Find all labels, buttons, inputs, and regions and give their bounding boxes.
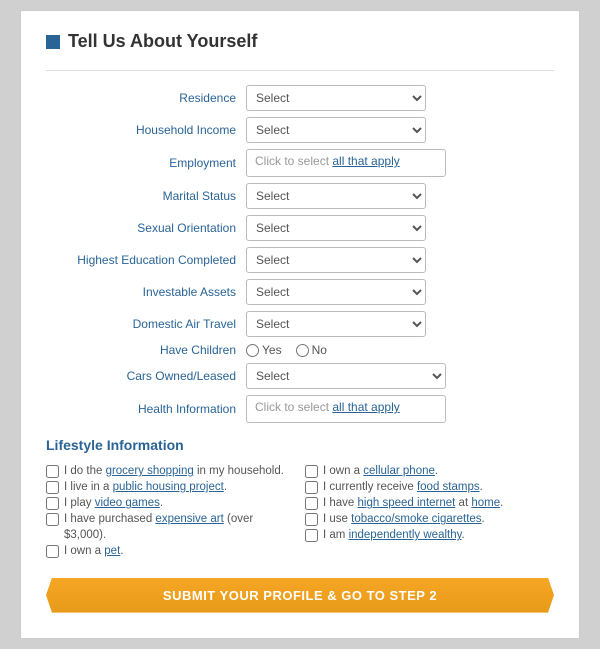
row-residence: Residence Select	[46, 85, 554, 111]
list-item: I own a pet.	[46, 543, 295, 559]
row-have-children: Have Children Yes No	[46, 343, 554, 357]
checkbox-videogames[interactable]	[46, 497, 59, 510]
select-sexual-orientation[interactable]: Select	[246, 215, 426, 241]
select-marital-status[interactable]: Select	[246, 183, 426, 209]
label-cars-owned: Cars Owned/Leased	[46, 369, 246, 383]
submit-button[interactable]: SUBMIT YOUR PROFILE & GO TO STEP 2	[46, 578, 554, 613]
lifestyle-text: I use tobacco/smoke cigarettes.	[323, 511, 485, 527]
list-item: I live in a public housing project.	[46, 479, 295, 495]
lifestyle-text: I have purchased expensive art (over $3,…	[64, 511, 295, 543]
lifestyle-text: I have high speed internet at home.	[323, 495, 503, 511]
checkbox-grocery[interactable]	[46, 465, 59, 478]
lifestyle-title: Lifestyle Information	[46, 437, 554, 453]
list-item: I own a cellular phone.	[305, 463, 554, 479]
checkbox-housing[interactable]	[46, 481, 59, 494]
main-card: Tell Us About Yourself Residence Select …	[20, 10, 580, 639]
label-marital-status: Marital Status	[46, 189, 246, 203]
label-have-children: Have Children	[46, 343, 246, 357]
lifestyle-text: I do the grocery shopping in my househol…	[64, 463, 284, 479]
lifestyle-text: I own a cellular phone.	[323, 463, 438, 479]
label-employment: Employment	[46, 156, 246, 170]
lifestyle-text: I play video games.	[64, 495, 163, 511]
label-health-information: Health Information	[46, 402, 246, 416]
control-health-information: Click to select all that apply	[246, 395, 554, 423]
row-marital-status: Marital Status Select	[46, 183, 554, 209]
row-employment: Employment Click to select all that appl…	[46, 149, 554, 177]
divider	[46, 70, 554, 71]
lifestyle-text: I currently receive food stamps.	[323, 479, 483, 495]
control-domestic-air-travel: Select	[246, 311, 554, 337]
control-household-income: Select	[246, 117, 554, 143]
card-title-text: Tell Us About Yourself	[68, 31, 257, 52]
lifestyle-left: I do the grocery shopping in my househol…	[46, 463, 295, 560]
checkbox-cellular[interactable]	[305, 465, 318, 478]
checkbox-internet[interactable]	[305, 497, 318, 510]
select-residence[interactable]: Select	[246, 85, 426, 111]
row-highest-education: Highest Education Completed Select	[46, 247, 554, 273]
select-cars-owned[interactable]: Select	[246, 363, 446, 389]
control-marital-status: Select	[246, 183, 554, 209]
label-household-income: Household Income	[46, 123, 246, 137]
list-item: I have high speed internet at home.	[305, 495, 554, 511]
label-domestic-air-travel: Domestic Air Travel	[46, 317, 246, 331]
label-investable-assets: Investable Assets	[46, 285, 246, 299]
label-highest-education: Highest Education Completed	[46, 253, 246, 267]
radio-no[interactable]	[296, 344, 309, 357]
row-health-information: Health Information Click to select all t…	[46, 395, 554, 423]
row-sexual-orientation: Sexual Orientation Select	[46, 215, 554, 241]
row-investable-assets: Investable Assets Select	[46, 279, 554, 305]
select-investable-assets[interactable]: Select	[246, 279, 426, 305]
radio-group-children: Yes No	[246, 343, 554, 357]
control-have-children: Yes No	[246, 343, 554, 357]
radio-no-label[interactable]: No	[296, 343, 327, 357]
label-residence: Residence	[46, 91, 246, 105]
lifestyle-text: I am independently wealthy.	[323, 527, 465, 543]
radio-yes[interactable]	[246, 344, 259, 357]
lifestyle-text: I live in a public housing project.	[64, 479, 227, 495]
control-highest-education: Select	[246, 247, 554, 273]
control-investable-assets: Select	[246, 279, 554, 305]
list-item: I am independently wealthy.	[305, 527, 554, 543]
row-cars-owned: Cars Owned/Leased Select	[46, 363, 554, 389]
checkbox-foodstamps[interactable]	[305, 481, 318, 494]
select-household-income[interactable]: Select	[246, 117, 426, 143]
click-select-health[interactable]: Click to select all that apply	[246, 395, 446, 423]
row-household-income: Household Income Select	[46, 117, 554, 143]
list-item: I play video games.	[46, 495, 295, 511]
select-domestic-air-travel[interactable]: Select	[246, 311, 426, 337]
radio-yes-label[interactable]: Yes	[246, 343, 282, 357]
list-item: I do the grocery shopping in my househol…	[46, 463, 295, 479]
select-highest-education[interactable]: Select	[246, 247, 426, 273]
control-employment: Click to select all that apply	[246, 149, 554, 177]
card-title: Tell Us About Yourself	[46, 31, 554, 52]
list-item: I currently receive food stamps.	[305, 479, 554, 495]
control-cars-owned: Select	[246, 363, 554, 389]
lifestyle-text: I own a pet.	[64, 543, 123, 559]
lifestyle-right: I own a cellular phone. I currently rece…	[305, 463, 554, 560]
row-domestic-air-travel: Domestic Air Travel Select	[46, 311, 554, 337]
control-residence: Select	[246, 85, 554, 111]
checkbox-pet[interactable]	[46, 545, 59, 558]
lifestyle-grid: I do the grocery shopping in my househol…	[46, 463, 554, 560]
list-item: I have purchased expensive art (over $3,…	[46, 511, 295, 543]
label-sexual-orientation: Sexual Orientation	[46, 221, 246, 235]
checkbox-wealthy[interactable]	[305, 529, 318, 542]
title-icon	[46, 35, 60, 49]
checkbox-art[interactable]	[46, 513, 59, 526]
control-sexual-orientation: Select	[246, 215, 554, 241]
list-item: I use tobacco/smoke cigarettes.	[305, 511, 554, 527]
click-select-employment[interactable]: Click to select all that apply	[246, 149, 446, 177]
checkbox-tobacco[interactable]	[305, 513, 318, 526]
